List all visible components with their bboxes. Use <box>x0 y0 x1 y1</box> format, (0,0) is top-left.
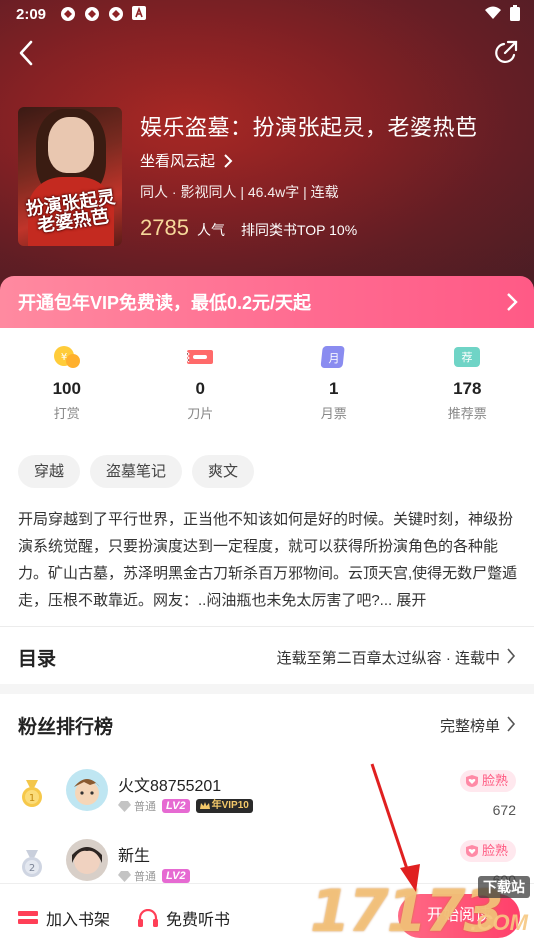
svg-text:月: 月 <box>328 352 339 365</box>
status-bar: 2:09 <box>0 0 534 30</box>
book-cover[interactable]: 扮演张起灵老婆热芭 <box>18 107 122 246</box>
crown-icon <box>199 802 210 809</box>
chevron-right-icon <box>507 648 516 664</box>
rank-text[interactable]: 排同类书TOP 10% <box>241 220 357 240</box>
stat-value: 100 <box>52 379 81 398</box>
app-notification-icon <box>60 6 76 22</box>
fan-name: 新生 <box>118 848 151 865</box>
fan-name: 火文88755201 <box>118 778 222 795</box>
level-badge: LV2 <box>162 799 190 813</box>
avatar[interactable] <box>66 769 108 811</box>
book-title: 娱乐盗墓：扮演张起灵，老婆热芭 <box>140 115 478 140</box>
blade-icon <box>186 350 214 364</box>
popularity-value: 2785 <box>140 215 189 240</box>
stat-label: 刀片 <box>187 406 214 421</box>
tag-chip[interactable]: 爽文 <box>192 455 255 488</box>
wifi-icon <box>484 6 502 24</box>
fan-score: 672 <box>492 802 516 818</box>
tag-chip[interactable]: 盗墓笔记 <box>90 455 183 488</box>
status-time: 2:09 <box>16 6 47 23</box>
normal-badge: 普通 <box>118 798 156 814</box>
popularity-row: 2785 人气 排同类书TOP 10% <box>140 215 357 241</box>
fan-level-tag: 脸熟 <box>459 840 516 862</box>
svg-text:荐: 荐 <box>462 351 473 364</box>
share-icon <box>495 40 518 64</box>
stat-value: 178 <box>453 379 482 398</box>
section-divider <box>0 684 534 694</box>
diamond-icon <box>118 870 131 882</box>
avatar[interactable] <box>66 839 108 881</box>
book-description[interactable]: 开局穿越到了平行世界，正当他不知该如何是好的时候。关键时刻，神级扮演系统觉醒，只… <box>18 506 518 614</box>
fan-badges: 普通 LV2 年VIP10 <box>118 798 253 814</box>
stat-recommend-ticket[interactable]: 荐 178 推荐票 <box>401 338 534 428</box>
gold-medal-icon: 1 <box>22 780 42 807</box>
silver-medal-icon: 2 <box>22 850 42 877</box>
toc-title: 目录 <box>18 649 57 670</box>
stat-value: 1 <box>329 379 339 398</box>
tag-chip[interactable]: 穿越 <box>18 455 81 488</box>
app-notification-icon <box>84 6 100 22</box>
vip-banner[interactable]: 开通包年VIP免费读，最低0.2元/天起 <box>0 276 534 328</box>
svg-text:¥: ¥ <box>61 352 67 363</box>
stat-value: 0 <box>195 379 205 398</box>
stat-label: 推荐票 <box>447 406 487 421</box>
recommend-ticket-icon: 荐 <box>454 347 481 367</box>
diamond-icon <box>118 800 131 812</box>
popularity-label: 人气 <box>196 222 225 238</box>
chevron-right-icon <box>224 153 233 168</box>
stat-label: 打赏 <box>53 406 80 421</box>
start-reading-button[interactable]: 开始阅读 <box>398 894 520 938</box>
a-letter-icon <box>132 6 148 22</box>
stat-reward[interactable]: ¥ 100 打赏 <box>0 338 134 428</box>
share-button[interactable] <box>492 38 520 66</box>
status-system-icons <box>484 5 520 25</box>
bottom-bar: 加入书架 免费听书 开始阅读 <box>0 883 534 950</box>
chevron-right-icon <box>507 716 516 732</box>
svg-text:1: 1 <box>29 793 35 804</box>
heart-shield-icon <box>465 845 478 857</box>
toc-row[interactable]: 目录 连载至第二百章太过纵容 · 连载中 <box>0 628 534 684</box>
fan-row[interactable]: 1 火文88755201 普通 LV2 年VIP10 脸熟 672 <box>0 764 534 830</box>
author-link[interactable]: 坐看风云起 <box>140 150 233 171</box>
stat-label: 月票 <box>320 406 347 421</box>
fan-level-tag: 脸熟 <box>459 770 516 792</box>
chevron-left-icon <box>19 40 33 66</box>
toc-status: 连载至第二百章太过纵容 · 连载中 <box>276 650 500 667</box>
stat-monthly-ticket[interactable]: 月 1 月票 <box>267 338 401 428</box>
back-button[interactable] <box>12 38 42 68</box>
vip-banner-text: 开通包年VIP免费读，最低0.2元/天起 <box>18 293 312 313</box>
fan-badges: 普通 LV2 <box>118 868 190 884</box>
status-notification-icons <box>60 6 148 22</box>
tag-list: 穿越 盗墓笔记 爽文 <box>18 455 255 488</box>
bookshelf-icon <box>18 911 38 924</box>
book-meta: 同人 · 影视同人 | 46.4w字 | 连载 <box>140 184 339 200</box>
coins-icon: ¥ <box>53 346 80 368</box>
add-to-shelf-button[interactable]: 加入书架 <box>18 906 110 930</box>
divider <box>0 626 534 627</box>
author-name: 坐看风云起 <box>140 153 216 170</box>
vip-badge: 年VIP10 <box>195 799 253 813</box>
chevron-right-icon <box>507 293 518 311</box>
normal-badge: 普通 <box>118 868 156 884</box>
top-nav <box>0 38 534 68</box>
headphones-icon <box>138 909 158 927</box>
stat-blade[interactable]: 0 刀片 <box>134 338 268 428</box>
fans-header: 粉丝排行榜 完整榜单 <box>0 700 534 750</box>
monthly-ticket-icon: 月 <box>320 346 345 368</box>
svg-text:2: 2 <box>29 863 35 874</box>
battery-icon <box>510 5 520 25</box>
full-ranking-link[interactable]: 完整榜单 <box>440 715 500 736</box>
app-notification-icon <box>108 6 124 22</box>
stats-row: ¥ 100 打赏 0 刀片 月 1 月票 荐 178 推荐票 <box>0 338 534 428</box>
fans-title: 粉丝排行榜 <box>18 717 114 738</box>
heart-shield-icon <box>465 775 478 787</box>
free-listen-button[interactable]: 免费听书 <box>138 906 230 930</box>
level-badge: LV2 <box>162 869 190 883</box>
